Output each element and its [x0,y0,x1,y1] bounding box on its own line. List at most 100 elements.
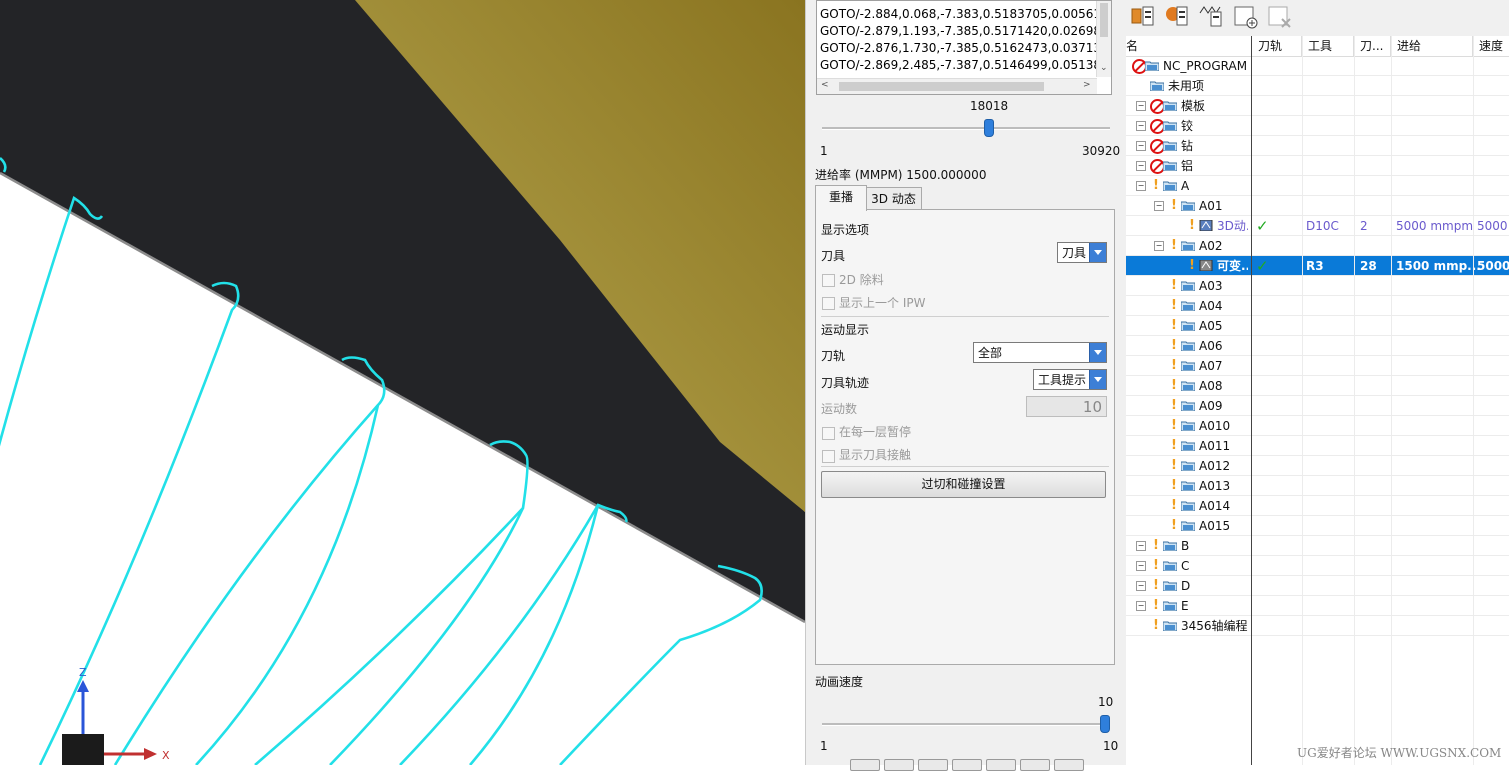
tab-3d-dynamic[interactable]: 3D 动态 [865,187,922,210]
column-name[interactable]: 名 [1120,36,1252,56]
vertical-scrollbar[interactable]: ⌄ [1096,1,1111,77]
tree-row[interactable]: ! A04 [1126,296,1509,316]
column-tool[interactable]: 工具 [1302,36,1354,56]
tool-trace-select[interactable]: 工具提示 [1033,369,1107,390]
anim-speed-track[interactable] [822,723,1110,726]
collapse-toggle-icon[interactable]: − [1136,161,1146,171]
graphics-viewport[interactable]: Z X [0,0,805,765]
step-slider-thumb[interactable] [983,119,994,137]
tree-row[interactable]: − 铰 [1126,116,1509,136]
machine-tool-view-icon[interactable] [1164,3,1190,29]
tree-row[interactable]: −! A [1126,176,1509,196]
warning-icon: ! [1171,338,1177,353]
playback-button[interactable] [918,759,948,771]
folder-icon [1181,381,1195,391]
tree-row[interactable]: − 钻 [1126,136,1509,156]
geometry-view-icon[interactable] [1198,3,1224,29]
collapse-toggle-icon[interactable]: − [1136,181,1146,191]
tree-cell-tool: D10C [1306,219,1339,233]
tree-row[interactable]: −! A02 [1126,236,1509,256]
tab-replay[interactable]: 重播 [815,185,867,211]
tree-row[interactable]: ! A015 [1126,516,1509,536]
step-slider-track[interactable] [822,127,1110,130]
folder-icon [1163,541,1177,551]
program-order-view-icon[interactable] [1130,3,1156,29]
collapse-toggle-icon[interactable]: − [1136,561,1146,571]
playback-button[interactable] [1054,759,1084,771]
unused-items-icon[interactable] [1266,3,1292,29]
tree-row[interactable]: ! A05 [1126,316,1509,336]
scroll-right-icon[interactable]: > [1083,80,1091,90]
playback-button[interactable] [850,759,880,771]
tree-row[interactable]: − 铝 [1126,156,1509,176]
tree-row[interactable]: NC_PROGRAM [1126,56,1509,76]
folder-icon [1163,601,1177,611]
chevron-down-icon[interactable] [1089,243,1106,262]
toolpath-select[interactable]: 全部 [973,342,1107,363]
tree-row[interactable]: ! A014 [1126,496,1509,516]
anim-speed-thumb[interactable] [1100,715,1110,733]
warning-icon: ! [1171,478,1177,493]
playback-button[interactable] [1020,759,1050,771]
tree-row[interactable]: ! A03 [1126,276,1509,296]
motion-count-field[interactable]: 10 [1026,396,1107,417]
tree-row[interactable]: ! 3456轴编程... [1126,616,1509,636]
scroll-down-icon[interactable]: ⌄ [1100,63,1108,73]
tree-row[interactable]: ! A012 [1126,456,1509,476]
tree-row[interactable]: −! E [1126,596,1509,616]
collapse-toggle-icon[interactable]: − [1136,121,1146,131]
column-toolpath[interactable]: 刀轨 [1252,36,1302,56]
collapse-toggle-icon[interactable]: − [1154,241,1164,251]
column-feed[interactable]: 进给 [1391,36,1473,56]
column-speed[interactable]: 速度 [1473,36,1509,56]
scroll-thumb[interactable] [839,82,1044,91]
tree-row[interactable]: ! A09 [1126,396,1509,416]
collapse-toggle-icon[interactable]: − [1154,201,1164,211]
tree-row[interactable]: −! C [1126,556,1509,576]
warning-icon: ! [1171,238,1177,253]
warning-icon: ! [1171,198,1177,213]
collapse-toggle-icon[interactable]: − [1136,601,1146,611]
tree-row[interactable]: ! 可变... ✓ R3 28 1500 mmp...5000 [1126,256,1509,276]
column-tool-number[interactable]: 刀... [1354,36,1391,56]
tree-row[interactable]: ! A07 [1126,356,1509,376]
gcode-listbox[interactable]: GOTO/-2.884,0.068,-7.383,0.5183705,0.005… [816,0,1112,95]
gouge-collision-settings-button[interactable]: 过切和碰撞设置 [821,471,1106,498]
tree-row[interactable]: −! D [1126,576,1509,596]
gcode-line[interactable]: GOTO/-2.879,1.193,-7.385,0.5171420,0.026… [820,24,1111,38]
playback-button[interactable] [884,759,914,771]
horizontal-scrollbar[interactable]: < > [817,78,1097,94]
show-tool-contact-checkbox[interactable] [822,450,835,463]
tool-display-select[interactable]: 刀具 [1057,242,1107,263]
tree-item-name: A014 [1199,499,1231,513]
tree-row[interactable]: ! 3D动... ✓ D10C 2 5000 mmpm5000 [1126,216,1509,236]
tree-row[interactable]: − 模板 [1126,96,1509,116]
remove-2d-checkbox[interactable] [822,274,835,287]
chevron-down-icon[interactable] [1089,343,1106,362]
tree-row[interactable]: ! A06 [1126,336,1509,356]
tree-row[interactable]: −! B [1126,536,1509,556]
tree-row[interactable]: ! A08 [1126,376,1509,396]
anim-speed-label: 动画速度 [815,675,864,689]
collapse-toggle-icon[interactable]: − [1136,541,1146,551]
collapse-toggle-icon[interactable]: − [1136,101,1146,111]
chevron-down-icon[interactable] [1089,370,1106,389]
tree-row[interactable]: 未用项 [1126,76,1509,96]
collapse-toggle-icon[interactable]: − [1136,581,1146,591]
playback-button[interactable] [986,759,1016,771]
tree-row[interactable]: ! A011 [1126,436,1509,456]
pause-each-layer-checkbox[interactable] [822,427,835,440]
machining-method-view-icon[interactable] [1232,3,1258,29]
scroll-left-icon[interactable]: < [821,80,829,90]
column-divider [1302,36,1303,765]
gcode-line[interactable]: GOTO/-2.869,2.485,-7.387,0.5146499,0.051… [820,58,1111,72]
gcode-line[interactable]: GOTO/-2.884,0.068,-7.383,0.5183705,0.005… [820,7,1111,21]
tree-row[interactable]: ! A010 [1126,416,1509,436]
tree-row[interactable]: −! A01 [1126,196,1509,216]
show-prev-ipw-checkbox[interactable] [822,297,835,310]
playback-button[interactable] [952,759,982,771]
gcode-line[interactable]: GOTO/-2.876,1.730,-7.385,0.5162473,0.037… [820,41,1111,55]
scroll-thumb[interactable] [1100,3,1108,37]
collapse-toggle-icon[interactable]: − [1136,141,1146,151]
tree-row[interactable]: ! A013 [1126,476,1509,496]
